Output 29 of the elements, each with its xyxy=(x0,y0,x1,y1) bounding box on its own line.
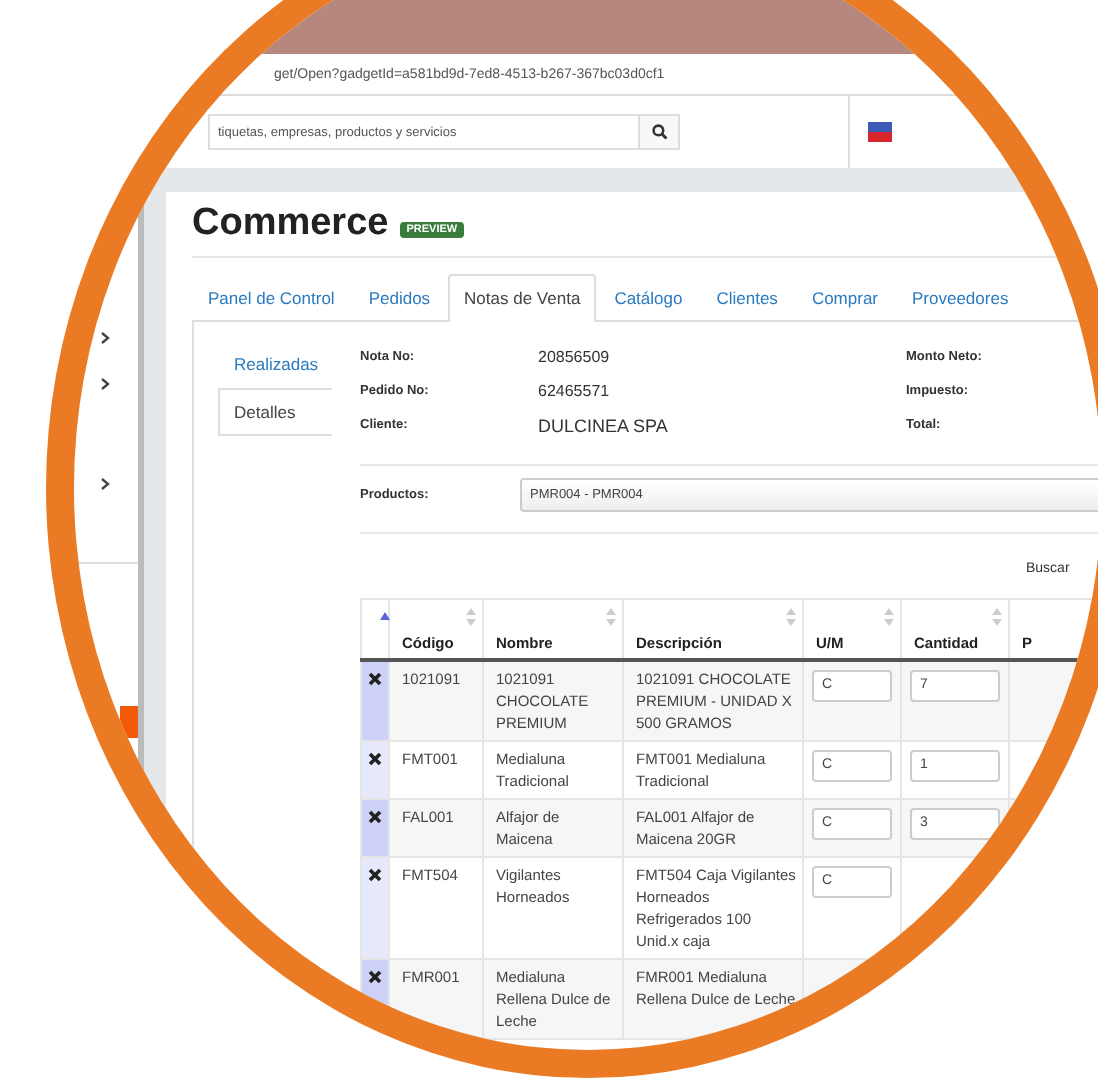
field-value: DULCINEA SPA xyxy=(538,415,668,435)
delete-icon[interactable] xyxy=(368,752,382,766)
search-button[interactable] xyxy=(640,114,680,150)
field-value: 20856509 xyxy=(538,348,610,366)
sort-icon xyxy=(992,608,1002,626)
delete-icon[interactable] xyxy=(368,970,382,984)
sort-icon xyxy=(466,608,476,626)
side-tab[interactable]: Realizadas xyxy=(218,340,332,388)
chevron-right-icon[interactable] xyxy=(100,378,110,390)
delete-icon[interactable] xyxy=(368,810,382,824)
tab[interactable]: Clientes xyxy=(700,274,794,320)
chevron-right-icon[interactable] xyxy=(100,478,110,490)
tab[interactable]: Panel de Control xyxy=(192,274,351,320)
delete-icon[interactable] xyxy=(368,868,382,882)
tab[interactable]: Proveedores xyxy=(896,274,1025,320)
chevron-right-icon[interactable] xyxy=(100,332,110,344)
page-title: Commerce xyxy=(192,202,389,246)
search-icon xyxy=(651,124,667,140)
delete-icon[interactable] xyxy=(368,672,382,686)
sort-ascending-icon xyxy=(380,612,390,620)
tab[interactable]: Notas de Venta xyxy=(448,274,597,322)
sort-icon xyxy=(786,608,796,626)
field-value: 62465571 xyxy=(538,382,610,400)
tab[interactable]: Catálogo xyxy=(598,274,699,320)
tab[interactable]: Comprar xyxy=(795,274,894,320)
sort-icon xyxy=(606,608,616,626)
sort-icon xyxy=(884,608,894,626)
side-tab[interactable]: Detalles xyxy=(218,388,332,436)
tab[interactable]: Pedidos xyxy=(352,274,447,320)
